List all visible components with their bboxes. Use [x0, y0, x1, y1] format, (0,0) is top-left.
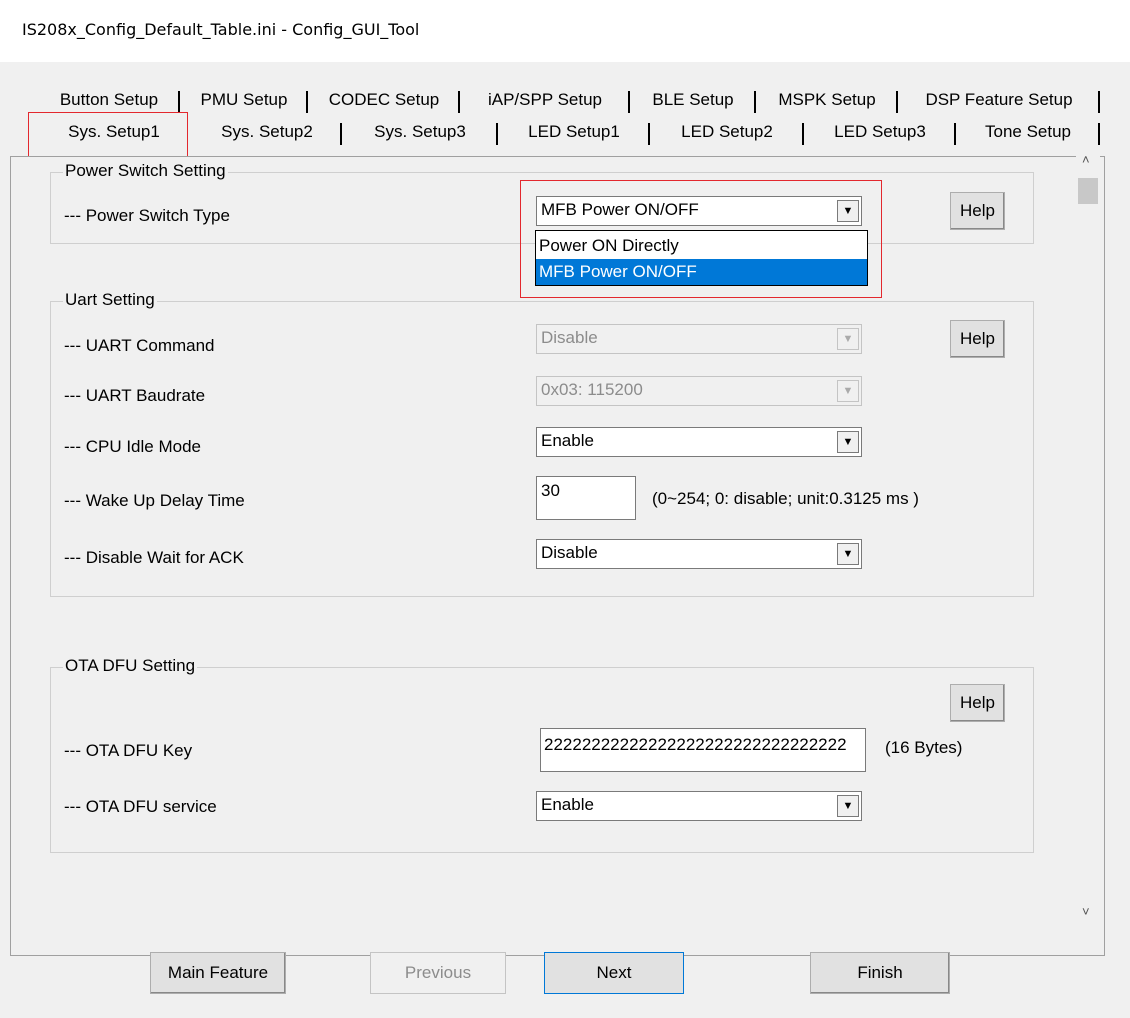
chevron-down-icon[interactable]: ▼: [837, 543, 859, 565]
uart-baudrate-label: --- UART Baudrate: [64, 386, 206, 405]
tab-sys-setup2[interactable]: Sys. Setup2: [192, 118, 342, 148]
tab-ble-setup[interactable]: BLE Setup: [630, 86, 756, 116]
tab-led-setup3[interactable]: LED Setup3: [804, 118, 956, 148]
tab-led-setup2[interactable]: LED Setup2: [650, 118, 804, 148]
tab-dsp-feature-setup[interactable]: DSP Feature Setup: [898, 86, 1100, 116]
ota-key-label: --- OTA DFU Key: [64, 741, 193, 760]
tab-sys-setup3[interactable]: Sys. Setup3: [342, 118, 498, 148]
uart-command-label: --- UART Command: [64, 336, 215, 355]
cpu-idle-select[interactable]: Enable ▼: [536, 427, 862, 457]
scroll-up-icon[interactable]: ˄: [1082, 152, 1090, 167]
ota-key-input[interactable]: 22222222222222222222222222222222: [540, 728, 866, 772]
wait-ack-label: --- Disable Wait for ACK: [64, 548, 244, 567]
wake-delay-hint: (0~254; 0: disable; unit:0.3125 ms ): [652, 489, 919, 508]
chevron-down-icon[interactable]: ▼: [837, 431, 859, 453]
ota-title: OTA DFU Setting: [63, 656, 198, 676]
ota-key-hint: (16 Bytes): [885, 738, 963, 757]
wake-delay-label: --- Wake Up Delay Time: [64, 491, 245, 510]
uart-command-select[interactable]: Disable ▼: [536, 324, 862, 354]
chevron-down-icon[interactable]: ▼: [837, 795, 859, 817]
tab-iap-spp-setup[interactable]: iAP/SPP Setup: [460, 86, 630, 116]
wait-ack-select[interactable]: Disable ▼: [536, 539, 862, 569]
ota-help-button[interactable]: Help: [950, 684, 1005, 722]
chevron-down-icon[interactable]: ▼: [837, 200, 859, 222]
next-button[interactable]: Next: [544, 952, 684, 994]
chevron-down-icon[interactable]: ▼: [837, 328, 859, 350]
power-switch-title: Power Switch Setting: [63, 161, 228, 181]
power-switch-type-dropdown[interactable]: Power ON Directly MFB Power ON/OFF: [535, 230, 868, 286]
title-bar: IS208x_Config_Default_Table.ini - Config…: [0, 0, 1130, 62]
uart-help-button[interactable]: Help: [950, 320, 1005, 358]
option-mfb-power[interactable]: MFB Power ON/OFF: [536, 259, 867, 285]
wake-delay-input[interactable]: 30: [536, 476, 636, 520]
option-power-on-directly[interactable]: Power ON Directly: [536, 233, 867, 259]
previous-button[interactable]: Previous: [370, 952, 506, 994]
main-feature-button[interactable]: Main Feature: [150, 952, 286, 994]
uart-baudrate-select[interactable]: 0x03: 115200 ▼: [536, 376, 862, 406]
power-switch-type-select[interactable]: MFB Power ON/OFF ▼: [536, 196, 862, 226]
cpu-idle-label: --- CPU Idle Mode: [64, 437, 201, 456]
tab-sys-setup1[interactable]: Sys. Setup1: [36, 118, 192, 148]
scroll-thumb[interactable]: [1078, 178, 1098, 204]
window-title: IS208x_Config_Default_Table.ini - Config…: [22, 20, 420, 39]
scroll-down-icon[interactable]: ˅: [1082, 904, 1090, 919]
finish-button[interactable]: Finish: [810, 952, 950, 994]
power-switch-type-label: --- Power Switch Type: [64, 206, 230, 225]
tab-codec-setup[interactable]: CODEC Setup: [308, 86, 460, 116]
tab-led-setup1[interactable]: LED Setup1: [498, 118, 650, 148]
vertical-scrollbar[interactable]: ˄ ˅: [1076, 148, 1100, 928]
tab-tone-setup[interactable]: Tone Setup: [956, 118, 1100, 148]
chevron-down-icon[interactable]: ▼: [837, 380, 859, 402]
uart-title: Uart Setting: [63, 290, 157, 310]
tab-mspk-setup[interactable]: MSPK Setup: [756, 86, 898, 116]
tab-pmu-setup[interactable]: PMU Setup: [180, 86, 308, 116]
ota-service-label: --- OTA DFU service: [64, 797, 217, 816]
ota-service-select[interactable]: Enable ▼: [536, 791, 862, 821]
power-help-button[interactable]: Help: [950, 192, 1005, 230]
